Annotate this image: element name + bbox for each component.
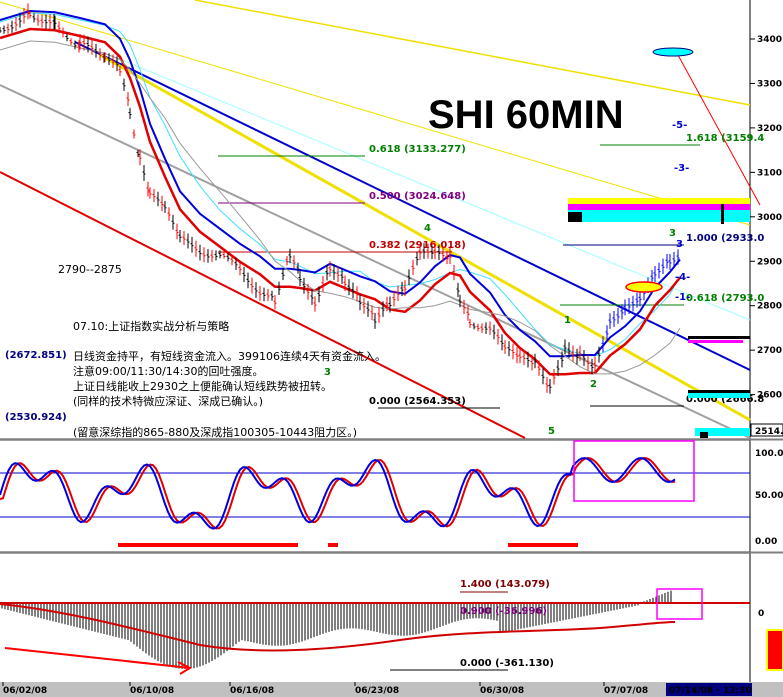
note-line-5: (同样的技术特微应深证、深成已确认。) [73, 394, 263, 408]
note-line-2: 日线资金持平，有短线资金流入。399106连续4天有资金流入。 [73, 349, 386, 363]
wave-label-minus3: -3- [674, 163, 689, 174]
macd-label-2: 0.900 (-36.996) [460, 606, 547, 617]
wave-label-minus5: -5- [672, 120, 687, 131]
chart-canvas: 1.618 (3159.4 0.618 (3133.277) 0.500 (3024… [0, 0, 783, 697]
fib-label-4: 1.000 (2933.0 [686, 233, 764, 244]
wave-label-2: 2 [590, 379, 597, 390]
fib-label-0: 1.618 (3159.4 [686, 133, 764, 144]
wave-label-minus1: -1- [675, 292, 690, 303]
price-tick-label-2: 3200 [757, 124, 782, 134]
wave-label-minus4: -4- [675, 272, 690, 283]
last-price-label: 2514. [755, 427, 783, 437]
fib-label-2: 0.500 (3024.648) [369, 191, 466, 202]
date-tick-label-1: 06/10/08 [130, 686, 174, 696]
date-tick-label-2: 06/16/08 [230, 686, 274, 696]
chart-title: SHI 60MIN [428, 93, 624, 137]
fib-label-6: 0.000 (2564.353) [369, 396, 466, 407]
date-tick-label-3: 06/23/08 [355, 686, 399, 696]
price-tick-label-7: 2700 [757, 346, 782, 356]
stoch-panel-bg [0, 441, 750, 551]
stoch-tick-label-1: 50.00 [755, 491, 783, 501]
stoch-tick-label-2: 0.00 [755, 537, 777, 547]
wave-label-3b: 3 [669, 228, 676, 239]
macd-axis: 0 [758, 609, 764, 619]
note-line-3: 注意09:00/11:30/14:30的回吐强度。 [73, 364, 264, 378]
range-label: 2790--2875 [58, 263, 122, 276]
price-tick-label-3: 3100 [757, 168, 782, 178]
price-tick-label-1: 3300 [757, 79, 782, 89]
fib-label-3: 0.382 (2916.018) [369, 240, 466, 251]
date-tick-label-4: 06/30/08 [480, 686, 524, 696]
date-tick-label-5: 07/07/08 [604, 686, 648, 696]
wave-label-1: 1 [564, 315, 571, 326]
wave-label-4: 4 [424, 223, 431, 234]
price-tick-label-5: 2900 [757, 257, 782, 267]
corner-red-box [766, 629, 783, 671]
wave-label-3c: 3 [676, 239, 683, 250]
note-line-1: 07.10:上证指数实战分析与策略 [73, 319, 229, 333]
left-price-label-2: (2530.924) [5, 412, 67, 423]
price-axis-bg [750, 0, 783, 682]
macd-label-1: 1.400 (143.079) [460, 579, 550, 590]
price-tick-label-4: 3000 [757, 213, 782, 223]
price-tick-label-6: 2800 [757, 302, 782, 312]
cyan-ellipse-marker [652, 47, 694, 57]
wave-label-3a: 3 [324, 367, 331, 378]
wave-label-5: 5 [548, 426, 555, 437]
note-line-4: 上证日线能收上2930之上便能确认短线跌势被扭转。 [73, 379, 332, 393]
price-tick-label-8: 2600 [757, 391, 782, 401]
current-date-label: 07/14/08 - 12:30 [669, 686, 752, 696]
fib-label-1: 0.618 (3133.277) [369, 144, 466, 155]
price-tick-label-0: 3400 [757, 35, 782, 45]
note-line-6: (留意深综指的865-880及深成指100305-10443阻力区。) [73, 425, 357, 439]
left-price-label-1: (2672.851) [5, 350, 67, 361]
macd-label-3: 0.000 (-361.130) [460, 658, 554, 669]
macd-tick-label-0: 0 [758, 609, 764, 619]
fib-label-5: 0.618 (2793.0 [686, 293, 764, 304]
stoch-tick-label-0: 100.00 [755, 449, 783, 459]
yellow-ellipse-marker [625, 281, 663, 293]
date-tick-label-0: 06/02/08 [3, 686, 47, 696]
